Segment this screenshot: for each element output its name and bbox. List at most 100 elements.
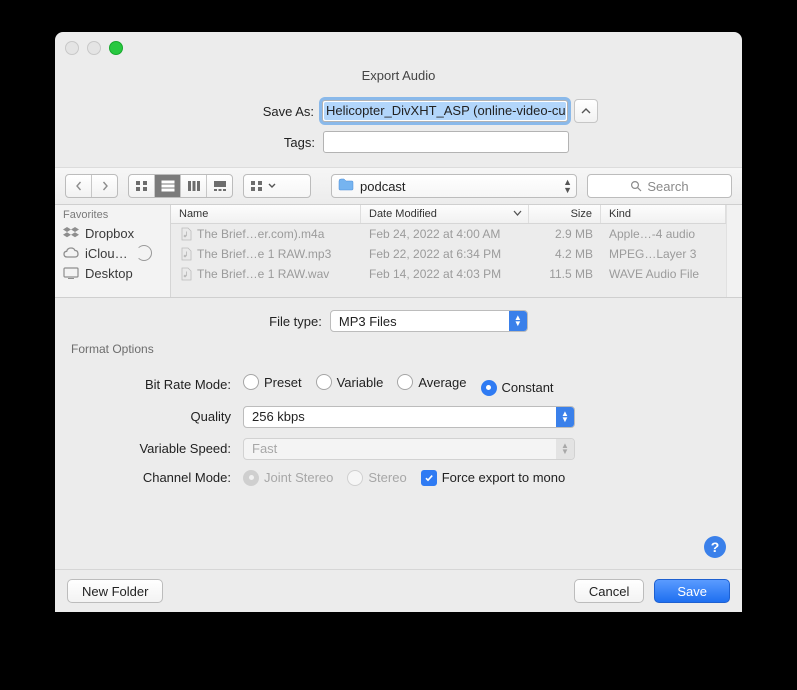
radio-icon (481, 380, 497, 396)
vertical-scrollbar[interactable] (726, 205, 742, 297)
audio-file-icon (179, 247, 193, 261)
radio-icon (316, 374, 332, 390)
file-row[interactable]: The Brief…e 1 RAW.mp3Feb 22, 2022 at 6:3… (171, 244, 726, 264)
bitrate-mode-label: Bit Rate Mode: (81, 377, 243, 392)
file-date: Feb 14, 2022 at 4:03 PM (361, 267, 529, 281)
quality-popup[interactable]: 256 kbps ▲▼ (243, 406, 575, 428)
zoom-window-icon[interactable] (109, 41, 123, 55)
radio-label: Preset (264, 375, 302, 390)
search-icon (630, 180, 642, 192)
browser-toolbar: podcast ▲▼ Search (55, 167, 742, 205)
view-columns-button[interactable] (181, 175, 207, 197)
variable-speed-value: Fast (252, 441, 277, 456)
checkbox-check-icon (421, 470, 437, 486)
file-type-popup[interactable]: MP3 Files ▲▼ (330, 310, 528, 332)
file-name: The Brief…e 1 RAW.wav (197, 267, 329, 281)
view-list-button[interactable] (155, 175, 181, 197)
search-placeholder: Search (647, 179, 688, 194)
format-options-title: Format Options (65, 342, 732, 356)
popup-arrows-icon: ▲▼ (556, 407, 574, 427)
view-gallery-button[interactable] (207, 175, 232, 197)
column-view-icon (187, 180, 201, 192)
minimize-window-icon[interactable] (87, 41, 101, 55)
radio-label: Constant (502, 380, 554, 395)
file-name: The Brief…e 1 RAW.mp3 (197, 247, 331, 261)
icon-view-icon (135, 180, 149, 192)
popup-arrows-icon: ▲▼ (509, 311, 527, 331)
sidebar-item-label: iClou… (85, 246, 128, 261)
nav-forward-button[interactable] (92, 175, 117, 197)
save-button[interactable]: Save (654, 579, 730, 603)
channel-mode-joint-stereo: Joint Stereo (243, 470, 333, 486)
group-by-popup[interactable] (243, 174, 311, 198)
chevron-up-icon (581, 107, 591, 115)
channel-mode-label: Channel Mode: (81, 470, 243, 485)
file-size: 11.5 MB (529, 267, 601, 281)
search-field[interactable]: Search (587, 174, 732, 198)
bitrate-mode-constant[interactable]: Constant (481, 380, 554, 396)
radio-icon (243, 470, 259, 486)
sidebar-item-dropbox[interactable]: Dropbox (55, 223, 170, 243)
radio-label: Average (418, 375, 466, 390)
dialog-footer: New Folder Cancel Save (55, 569, 742, 612)
sort-desc-icon (513, 209, 522, 217)
help-button[interactable]: ? (704, 536, 726, 558)
window-controls (65, 41, 123, 55)
chevron-right-icon (100, 181, 110, 191)
radio-icon (347, 470, 363, 486)
sidebar-item-desktop[interactable]: Desktop (55, 263, 170, 283)
column-kind[interactable]: Kind (601, 205, 726, 223)
format-options-group: Bit Rate Mode: Preset Variable Average Cons… (65, 358, 732, 504)
radio-label: Stereo (368, 470, 406, 485)
column-date[interactable]: Date Modified (361, 205, 529, 223)
variable-speed-label: Variable Speed: (81, 441, 243, 456)
bitrate-mode-preset[interactable]: Preset (243, 374, 302, 390)
desktop-icon (63, 265, 79, 281)
close-window-icon[interactable] (65, 41, 79, 55)
folder-icon (338, 178, 354, 194)
view-icons-button[interactable] (129, 175, 155, 197)
location-popup[interactable]: podcast ▲▼ (331, 174, 577, 198)
column-size[interactable]: Size (529, 205, 601, 223)
radio-label: Joint Stereo (264, 470, 333, 485)
file-date: Feb 24, 2022 at 4:00 AM (361, 227, 529, 241)
audio-file-icon (179, 227, 193, 241)
bitrate-mode-average[interactable]: Average (397, 374, 466, 390)
group-icon (250, 180, 264, 192)
radio-icon (397, 374, 413, 390)
stepper-arrows-icon: ▲▼ (563, 178, 572, 194)
cloud-icon (63, 245, 79, 261)
file-kind: MPEG…Layer 3 (601, 247, 726, 261)
sync-progress-icon (136, 245, 152, 261)
cancel-button[interactable]: Cancel (574, 579, 644, 603)
radio-label: Variable (337, 375, 384, 390)
file-type-label: File type: (269, 314, 322, 329)
help-icon: ? (711, 539, 720, 555)
popup-arrows-icon: ▲▼ (556, 439, 574, 459)
quality-label: Quality (81, 409, 243, 424)
file-row[interactable]: The Brief…e 1 RAW.wav Feb 14, 2022 at 4:0… (171, 264, 726, 284)
dropbox-icon (63, 225, 79, 241)
file-type-value: MP3 Files (339, 314, 397, 329)
export-dialog: Export Audio Save As: Helicopter_DivXHT_… (55, 32, 742, 612)
file-kind: Apple…-4 audio (601, 227, 726, 241)
file-browser: Favorites Dropbox iClou… (55, 205, 742, 298)
gallery-view-icon (213, 180, 227, 192)
dialog-title: Export Audio (55, 68, 742, 83)
column-name[interactable]: Name (171, 205, 361, 223)
new-folder-button[interactable]: New Folder (67, 579, 163, 603)
audio-file-icon (179, 267, 193, 281)
file-size: 4.2 MB (529, 247, 601, 261)
nav-back-button[interactable] (66, 175, 92, 197)
tags-label: Tags: (90, 135, 323, 150)
nav-back-forward (65, 174, 118, 198)
save-as-field[interactable]: Helicopter_DivXHT_ASP (online-video-cu (322, 100, 568, 122)
collapse-browser-button[interactable] (574, 99, 598, 123)
sidebar-item-icloud[interactable]: iClou… (55, 243, 170, 263)
file-row[interactable]: The Brief…er.com).m4aFeb 24, 2022 at 4:0… (171, 224, 726, 244)
tags-field[interactable] (323, 131, 569, 153)
force-mono-checkbox[interactable]: Force export to mono (421, 470, 566, 486)
force-mono-label: Force export to mono (442, 470, 566, 485)
file-kind: WAVE Audio File (601, 267, 726, 281)
bitrate-mode-variable[interactable]: Variable (316, 374, 384, 390)
